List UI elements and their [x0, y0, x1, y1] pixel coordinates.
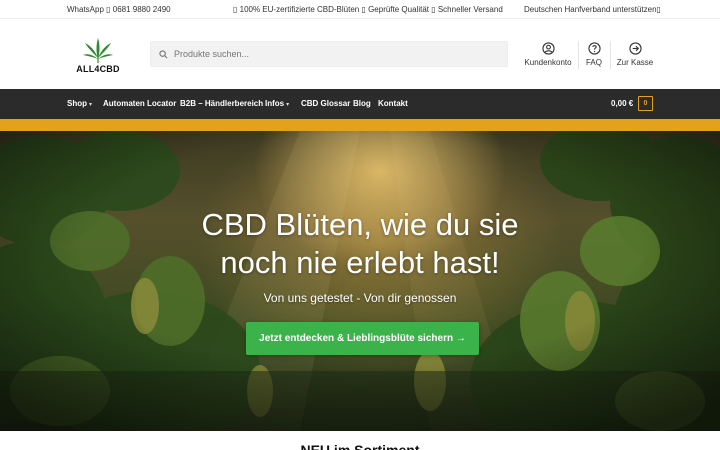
search-input[interactable] [174, 49, 494, 59]
nav-item-shop[interactable]: Shop ▾ [67, 99, 92, 108]
nav-item-automaten-locator[interactable]: Automaten Locator [103, 99, 176, 108]
cart-total[interactable]: 0,00 € [611, 99, 633, 108]
hero-banner: CBD Blüten, wie du sie noch nie erlebt h… [0, 131, 720, 431]
checkout-label: Zur Kasse [616, 58, 654, 67]
checkout-link[interactable]: Zur Kasse [614, 42, 656, 67]
hero-title-line: noch nie erlebt hast! [220, 245, 500, 280]
section-title: NEU im Sortiment [300, 442, 420, 450]
hanfverband-link[interactable]: Deutschen Hanfverband unterstützen▯ [524, 5, 661, 14]
whatsapp-contact[interactable]: WhatsApp ▯ 0681 9880 2490 [67, 5, 171, 14]
faq-label: FAQ [585, 58, 602, 67]
nav-item-label: Blog [353, 99, 371, 108]
nav-item-label: Infos [265, 99, 285, 108]
divider [578, 41, 579, 69]
nav-item-label: B2B – Händlerbereich [180, 99, 264, 108]
nav-item-label: Shop [67, 99, 87, 108]
nav-item-label: Automaten Locator [103, 99, 177, 108]
cart-count-badge[interactable]: 0 [638, 96, 653, 111]
nav-item-infos[interactable]: Infos ▾ [265, 99, 289, 108]
search-icon [159, 49, 168, 58]
usp-text: ▯ 100% EU-zertifizierte CBD-Blüten ▯ Gep… [233, 5, 503, 14]
accent-bar [0, 119, 720, 131]
nav-item-label: Kontakt [378, 99, 408, 108]
main-navigation: Shop ▾ Automaten Locator B2B – Händlerber… [0, 89, 720, 119]
cannabis-leaf-icon [83, 38, 113, 63]
site-header: ALL4CBD Kundenkonto FAQ Zur Kasse [0, 19, 720, 89]
help-icon [587, 42, 601, 55]
account-link[interactable]: Kundenkonto [523, 42, 573, 67]
faq-link[interactable]: FAQ [582, 42, 606, 67]
nav-item-cbd-glossar[interactable]: CBD Glossar [301, 99, 350, 108]
nav-item-blog[interactable]: Blog [353, 99, 371, 108]
top-info-bar: WhatsApp ▯ 0681 9880 2490 ▯ 100% EU-zert… [0, 0, 720, 19]
nav-item-b2b[interactable]: B2B – Händlerbereich [180, 99, 263, 108]
nav-item-kontakt[interactable]: Kontakt [378, 99, 408, 108]
logo-text: ALL4CBD [76, 64, 120, 74]
nav-item-label: CBD Glossar [301, 99, 351, 108]
chevron-down-icon: ▾ [89, 102, 93, 108]
user-icon [541, 42, 555, 55]
arrow-right-circle-icon [628, 42, 642, 55]
search-bar[interactable] [150, 41, 508, 67]
hero-cta-button[interactable]: Jetzt entdecken & Lieblingsblüte sichern… [246, 322, 479, 355]
hero-subtitle: Von uns getestet - Von dir genossen [263, 291, 457, 305]
site-logo[interactable]: ALL4CBD [72, 36, 124, 74]
hero-title-line: CBD Blüten, wie du sie [201, 207, 519, 242]
chevron-down-icon: ▾ [286, 102, 290, 108]
divider [610, 41, 611, 69]
hero-title: CBD Blüten, wie du sie noch nie erlebt h… [0, 206, 720, 282]
account-label: Kundenkonto [524, 58, 572, 67]
